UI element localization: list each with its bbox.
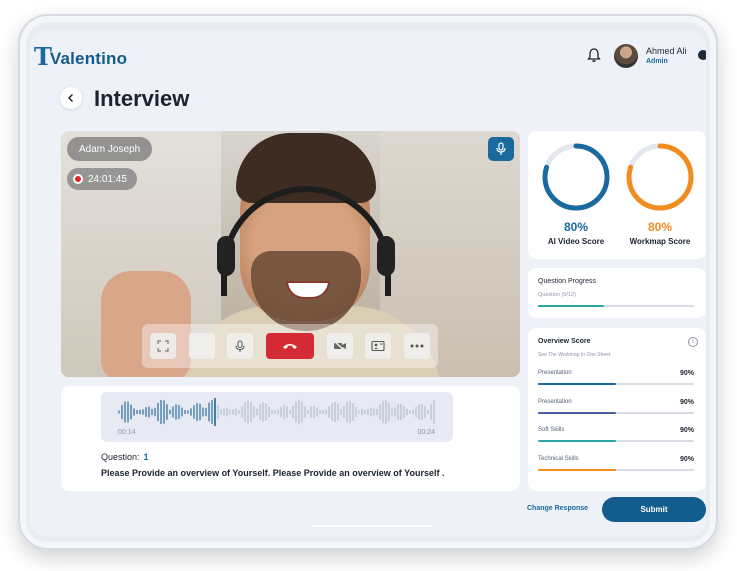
question-panel: 00:14 00:24 Question: 1 Please Provide an…: [61, 386, 520, 491]
workmap-score-label: Workmap Score: [629, 237, 691, 246]
progress-bar: [538, 305, 694, 307]
score-rings: [542, 143, 694, 211]
overview-subtitle: See The Workmap In One Sheet: [538, 352, 611, 358]
question-label: Question: 1: [101, 452, 149, 462]
back-button[interactable]: [60, 87, 82, 109]
skill-value: 90%: [679, 427, 694, 434]
ai-video-score-label: AI Video Score: [547, 237, 605, 246]
skill-label: Soft Skills: [538, 427, 565, 433]
progress-title: Question Progress: [538, 278, 596, 285]
waveform-graphic: [118, 398, 435, 426]
blank-button[interactable]: [188, 333, 215, 359]
user-name: Ahmed Ali: [646, 46, 687, 56]
mic-icon: [235, 340, 245, 352]
page-title: Interview: [94, 86, 190, 111]
audio-start-time: 00:14: [118, 429, 136, 436]
skill-bar-fill: [538, 469, 616, 471]
home-indicator: [312, 525, 432, 527]
skill-label: Technical Skills: [538, 456, 579, 462]
question-progress-card: Question Progress Question (5/12): [528, 268, 706, 318]
headset-earcup: [377, 236, 395, 276]
screen-share-icon: [371, 340, 385, 352]
question-text: Please Provide an overview of Yourself. …: [101, 468, 445, 478]
avatar[interactable]: [614, 44, 638, 68]
end-call-button[interactable]: [265, 333, 314, 359]
fullscreen-icon: [157, 340, 169, 352]
more-icon: [410, 344, 424, 348]
call-controls: [142, 324, 438, 368]
change-response-link[interactable]: Change Response: [527, 505, 588, 512]
audio-end-time: 00:24: [417, 429, 435, 436]
skill-label: Presentation: [538, 399, 572, 405]
user-role: Admin: [646, 58, 668, 65]
chevron-left-icon: [68, 94, 73, 102]
audio-waveform[interactable]: 00:14 00:24: [101, 392, 453, 442]
skill-bar-fill: [538, 440, 616, 442]
end-call-icon: [282, 344, 297, 349]
top-bar: T Valentino Ahmed Ali Admin: [30, 30, 706, 80]
fullscreen-button[interactable]: [150, 333, 176, 359]
mute-button[interactable]: [227, 333, 254, 359]
video-off-icon: [333, 340, 346, 352]
skill-bar-fill: [538, 383, 616, 385]
skill-value: 90%: [679, 399, 694, 406]
info-icon[interactable]: i: [688, 337, 698, 347]
workmap-score-value: 80%: [647, 220, 673, 234]
skill-label: Presentation: [538, 370, 572, 376]
workmap-score-ring: [626, 143, 694, 211]
question-label-text: Question:: [101, 452, 140, 462]
recording-timer: 24:01:45: [67, 168, 137, 190]
overview-title: Overview Score: [538, 338, 591, 345]
chevron-down-icon[interactable]: [698, 50, 706, 60]
video-off-button[interactable]: [326, 333, 353, 359]
skill-bar: [538, 469, 694, 471]
skill-bar: [538, 412, 694, 414]
skill-bar: [538, 440, 694, 442]
brand-logo[interactable]: T Valentino: [34, 42, 127, 71]
record-icon: [73, 174, 83, 184]
headset-earcup: [217, 236, 235, 276]
screen-share-button[interactable]: [365, 333, 392, 359]
mic-badge-button[interactable]: [488, 137, 514, 161]
skill-bar: [538, 383, 694, 385]
timer-text: 24:01:45: [88, 173, 127, 185]
progress-subtitle: Question (5/12): [538, 292, 576, 298]
submit-button[interactable]: Submit: [602, 497, 706, 522]
overview-score-card: Overview Score See The Workmap In One Sh…: [528, 328, 706, 491]
skill-bar-fill: [538, 412, 616, 414]
app-screen: T Valentino Ahmed Ali Admin Interview Ad…: [30, 30, 706, 537]
skill-value: 90%: [679, 370, 694, 377]
ai-video-score-value: 80%: [563, 220, 589, 234]
video-feed: Adam Joseph 24:01:45: [61, 131, 520, 377]
progress-bar-fill: [538, 305, 604, 307]
more-button[interactable]: [403, 333, 430, 359]
microphone-icon: [496, 142, 506, 155]
score-card: 80% AI Video Score 80% Workmap Score: [528, 131, 706, 259]
ai-video-score-ring: [542, 143, 610, 211]
skill-value: 90%: [679, 456, 694, 463]
question-number: 1: [143, 452, 149, 462]
brand-name: Valentino: [49, 48, 128, 68]
participant-name: Adam Joseph: [67, 137, 153, 161]
bell-icon[interactable]: [586, 47, 602, 63]
